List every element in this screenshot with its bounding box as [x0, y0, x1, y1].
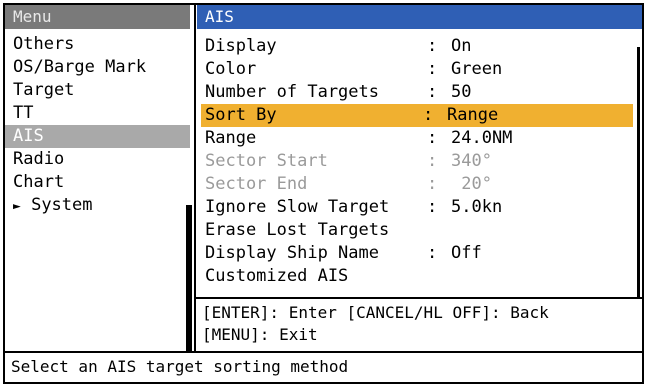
- setting-row-customized-ais[interactable]: Customized AIS: [205, 265, 635, 288]
- setting-label: Number of Targets: [205, 82, 379, 102]
- panel-scrollbar[interactable]: [637, 47, 640, 297]
- menu-scrollbar[interactable]: [186, 205, 192, 351]
- status-message: Select an AIS target sorting method: [11, 357, 349, 376]
- status-divider: [5, 351, 642, 353]
- menu-item-chart[interactable]: Chart: [5, 171, 190, 194]
- setting-label: Color: [205, 59, 257, 79]
- setting-value: 340°: [451, 151, 492, 171]
- setting-colon: :: [427, 36, 438, 56]
- pane-divider: [194, 5, 196, 351]
- key-help-line-1: [ENTER]: Enter [CANCEL/HL OFF]: Back: [202, 303, 549, 322]
- menu-item-others[interactable]: Others: [5, 33, 190, 56]
- setting-row-display-ship-name[interactable]: Display Ship Name : Off: [205, 242, 635, 265]
- setting-label: Ignore Slow Target: [205, 197, 390, 217]
- setting-colon: :: [427, 59, 438, 79]
- setting-row-sector-start: Sector Start : 340°: [205, 150, 635, 173]
- menu-list: Others OS/Barge Mark Target TT AIS Radio…: [5, 33, 190, 217]
- setting-colon: :: [427, 243, 438, 263]
- menu-item-label: Others: [13, 34, 75, 54]
- setting-colon: :: [427, 82, 438, 102]
- setting-value: 24.0NM: [451, 128, 513, 148]
- help-divider: [196, 297, 642, 299]
- menu-item-radio[interactable]: Radio: [5, 148, 190, 171]
- setting-colon: :: [427, 197, 438, 217]
- setting-label: Customized AIS: [205, 266, 349, 286]
- menu-title: Menu: [5, 5, 190, 29]
- setting-value: Range: [447, 105, 499, 125]
- setting-colon: :: [423, 105, 434, 125]
- setting-label: Display: [205, 36, 277, 56]
- setting-label: Erase Lost Targets: [205, 220, 390, 240]
- panel-title: AIS: [197, 5, 642, 29]
- setting-value: 20°: [451, 174, 492, 194]
- menu-item-label: AIS: [13, 126, 44, 146]
- setting-label: Range: [205, 128, 257, 148]
- menu-item-tt[interactable]: TT: [5, 102, 190, 125]
- setting-row-display[interactable]: Display : On: [205, 35, 635, 58]
- setting-row-range[interactable]: Range : 24.0NM: [205, 127, 635, 150]
- setting-colon: :: [427, 151, 438, 171]
- menu-item-label: OS/Barge Mark: [13, 57, 147, 77]
- menu-item-target[interactable]: Target: [5, 79, 190, 102]
- menu-item-label: Radio: [13, 149, 65, 169]
- menu-item-label: Target: [13, 80, 75, 100]
- setting-row-sector-end: Sector End : 20°: [205, 173, 635, 196]
- setting-row-color[interactable]: Color : Green: [205, 58, 635, 81]
- setting-value: 50: [451, 82, 472, 102]
- setting-value: On: [451, 36, 472, 56]
- menu-item-label: TT: [13, 103, 34, 123]
- setting-row-ignore-slow-target[interactable]: Ignore Slow Target : 5.0kn: [205, 196, 635, 219]
- setting-value: 5.0kn: [451, 197, 503, 217]
- menu-item-os-barge-mark[interactable]: OS/Barge Mark: [5, 56, 190, 79]
- menu-item-system[interactable]: ► System: [5, 194, 190, 217]
- menu-item-label: Chart: [13, 172, 65, 192]
- setting-colon: :: [427, 128, 438, 148]
- setting-row-sort-by[interactable]: Sort By : Range: [201, 104, 633, 127]
- menu-item-label: System: [31, 195, 93, 215]
- setting-row-number-of-targets[interactable]: Number of Targets : 50: [205, 81, 635, 104]
- setting-label: Sort By: [205, 105, 277, 125]
- menu-item-ais[interactable]: AIS: [5, 125, 190, 148]
- submenu-arrow-icon: ►: [13, 199, 21, 214]
- setting-value: Green: [451, 59, 503, 79]
- key-help: [ENTER]: Enter [CANCEL/HL OFF]: Back [ME…: [202, 302, 549, 346]
- key-help-line-2: [MENU]: Exit: [202, 325, 318, 344]
- setting-label: Display Ship Name: [205, 243, 379, 263]
- setting-value: Off: [451, 243, 482, 263]
- setting-label: Sector End: [205, 174, 308, 194]
- ais-settings-list: Display : On Color : Green Number of Tar…: [201, 35, 635, 288]
- setting-colon: :: [427, 174, 438, 194]
- setting-label: Sector Start: [205, 151, 328, 171]
- setting-row-erase-lost-targets[interactable]: Erase Lost Targets: [205, 219, 635, 242]
- ais-menu-window: Menu Others OS/Barge Mark Target TT AIS …: [3, 3, 644, 384]
